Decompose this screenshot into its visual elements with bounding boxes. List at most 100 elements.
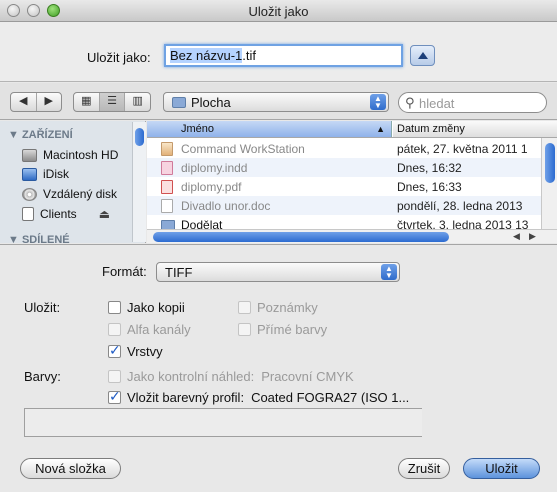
location-label: Plocha <box>191 95 231 110</box>
file-row[interactable]: Command WorkStation pátek, 27. května 20… <box>147 139 543 158</box>
sidebar-scroll-thumb[interactable] <box>135 128 144 146</box>
window-title: Uložit jako <box>248 4 309 19</box>
format-value: TIFF <box>165 265 193 280</box>
column-view-button[interactable]: ▥ <box>125 93 150 111</box>
checkbox-label: Alfa kanály <box>127 322 191 337</box>
indd-file-icon <box>161 161 173 175</box>
column-header-name[interactable]: Jméno ▲ <box>147 121 392 137</box>
sidebar-section-shared[interactable]: ▼ SDÍLENÉ <box>8 234 70 243</box>
layers-checkbox[interactable]: Vrstvy <box>108 342 163 359</box>
list-view-button[interactable]: ☰ <box>99 93 126 111</box>
column-header-name-label: Jméno <box>181 123 215 135</box>
scroll-left-icon[interactable]: ◀ <box>513 231 520 242</box>
checkbox-box <box>108 370 121 383</box>
proof-setup-value: Pracovní CMYK <box>261 369 354 384</box>
as-copy-checkbox[interactable]: Jako kopii <box>108 300 185 315</box>
sidebar-item-label: Vzdálený disk <box>43 187 118 201</box>
spot-colors-checkbox[interactable]: Přímé barvy <box>238 322 327 337</box>
view-mode-segmented-control: ▦ ☰ ▥ <box>73 92 151 112</box>
file-name: diplomy.pdf <box>181 180 242 194</box>
browser-toolbar: ◀ ▶ ▦ ☰ ▥ Plocha ▲ ▼ ⚲ hledat <box>0 83 557 120</box>
format-popup[interactable]: TIFF ▲ ▼ <box>156 262 400 282</box>
checkbox-label: Vrstvy <box>127 344 163 359</box>
new-folder-button[interactable]: Nová složka <box>20 458 121 479</box>
sidebar: ▼ ZAŘÍZENÍ Macintosh HD iDisk Vzdálený d… <box>0 121 146 243</box>
file-row[interactable]: diplomy.indd Dnes, 16:32 <box>147 158 543 177</box>
file-name: diplomy.indd <box>181 161 248 175</box>
forward-arrow-icon: ▶ <box>44 95 53 107</box>
file-row[interactable]: Divadlo unor.doc pondělí, 28. ledna 2013 <box>147 196 543 215</box>
sort-ascending-icon: ▲ <box>376 124 385 134</box>
format-label: Formát: <box>102 264 147 279</box>
alpha-channels-checkbox[interactable]: Alfa kanály <box>108 322 191 337</box>
list-view-icon: ☰ <box>107 95 117 107</box>
popup-arrows-icon: ▲ ▼ <box>381 264 397 280</box>
file-list: Jméno ▲ Datum změny Command WorkStation … <box>147 121 557 243</box>
file-name: Divadlo unor.doc <box>181 199 271 213</box>
hard-disk-icon <box>22 148 37 162</box>
filename-input[interactable]: Bez názvu-1.tif <box>164 44 403 67</box>
file-date: pondělí, 28. ledna 2013 <box>397 199 523 213</box>
search-icon: ⚲ <box>405 95 415 110</box>
cancel-button[interactable]: Zrušit <box>398 458 450 479</box>
sidebar-item-clients[interactable]: Clients ⏏ <box>22 205 110 223</box>
triangle-up-icon <box>418 52 428 59</box>
pdf-file-icon <box>161 180 173 194</box>
sidebar-item-label: Clients <box>40 207 77 221</box>
checkbox-box <box>238 323 251 336</box>
idisk-icon <box>22 167 37 181</box>
sidebar-item-idisk[interactable]: iDisk <box>22 165 69 183</box>
scroll-right-icon[interactable]: ▶ <box>529 231 536 242</box>
checkbox-box <box>108 301 121 314</box>
checkbox-label: Vložit barevný profil: <box>127 390 245 405</box>
save-as-label: Uložit jako: <box>87 50 151 65</box>
app-icon <box>161 142 173 156</box>
file-list-vertical-scrollbar[interactable] <box>541 138 557 229</box>
back-arrow-icon: ◀ <box>19 95 28 107</box>
checkbox-box <box>238 301 251 314</box>
save-options-label: Uložit: <box>24 300 61 315</box>
search-placeholder: hledat <box>419 96 455 111</box>
save-button[interactable]: Uložit <box>463 458 540 479</box>
back-button[interactable]: ◀ <box>11 93 37 111</box>
column-header-date[interactable]: Datum změny <box>393 121 557 137</box>
checkbox-box <box>108 388 121 405</box>
sidebar-item-label: iDisk <box>43 167 69 181</box>
file-list-horizontal-scrollbar[interactable]: ◀ ▶ <box>147 229 557 243</box>
column-view-icon: ▥ <box>132 95 143 107</box>
file-name: Command WorkStation <box>181 142 305 156</box>
checkbox-label: Jako kontrolní náhled: <box>127 369 255 384</box>
remote-disc-icon <box>22 187 37 201</box>
file-row[interactable]: diplomy.pdf Dnes, 16:33 <box>147 177 543 196</box>
file-date: Dnes, 16:33 <box>397 180 462 194</box>
icon-view-button[interactable]: ▦ <box>74 93 100 111</box>
color-profile-value: Coated FOGRA27 (ISO 1... <box>251 390 410 405</box>
sidebar-item-label: Macintosh HD <box>43 148 119 162</box>
icon-view-icon: ▦ <box>81 95 92 107</box>
eject-icon[interactable]: ⏏ <box>99 207 110 221</box>
sidebar-section-devices[interactable]: ▼ ZAŘÍZENÍ <box>8 129 73 141</box>
colors-label: Barvy: <box>24 369 61 384</box>
checkbox-box <box>108 342 121 359</box>
popup-arrows-icon: ▲ ▼ <box>370 94 386 110</box>
collapse-dialog-button[interactable] <box>410 45 435 66</box>
filename-selected-text: Bez názvu-1 <box>170 48 243 63</box>
proof-setup-checkbox[interactable]: Jako kontrolní náhled: Pracovní CMYK <box>108 369 354 384</box>
save-as-header: Uložit jako: Bez názvu-1.tif <box>0 22 557 82</box>
sidebar-item-remote-disc[interactable]: Vzdálený disk <box>22 185 117 203</box>
sidebar-item-macintosh-hd[interactable]: Macintosh HD <box>22 146 118 164</box>
horizontal-scroll-thumb[interactable] <box>153 232 449 242</box>
checkbox-box <box>108 323 121 336</box>
search-input[interactable]: ⚲ hledat <box>398 92 547 113</box>
sidebar-scrollbar[interactable] <box>132 122 146 242</box>
drive-icon <box>22 207 34 221</box>
forward-button[interactable]: ▶ <box>37 93 62 111</box>
column-header-date-label: Datum změny <box>397 123 465 135</box>
location-popup[interactable]: Plocha ▲ ▼ <box>163 92 389 112</box>
embed-color-profile-checkbox[interactable]: Vložit barevný profil: Coated FOGRA27 (IS… <box>108 388 410 405</box>
vertical-scroll-thumb[interactable] <box>545 143 555 183</box>
title-bar: Uložit jako <box>0 0 557 22</box>
filename-extension: .tif <box>242 48 256 63</box>
doc-file-icon <box>161 199 173 213</box>
notes-checkbox[interactable]: Poznámky <box>238 300 318 315</box>
